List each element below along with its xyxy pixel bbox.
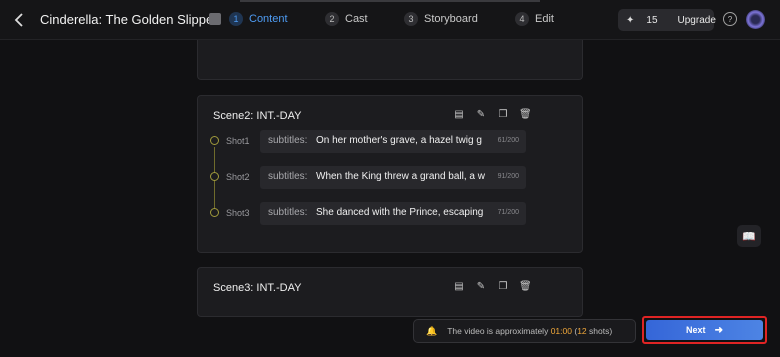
step-edit[interactable]: 4 Edit bbox=[515, 12, 554, 26]
scene-card-3: Scene3: INT.-DAY ▤ ✎ ❐ 🗑 bbox=[197, 267, 583, 317]
caption-icon[interactable]: ▤ bbox=[453, 109, 465, 121]
scene-toolbar: ▤ ✎ ❐ 🗑 bbox=[453, 109, 531, 121]
top-bar: Cinderella: The Golden Slipper 1 Content… bbox=[0, 0, 780, 40]
copy-icon[interactable]: ❐ bbox=[497, 109, 509, 121]
subtitle-input[interactable]: subtitles: When the King threw a grand b… bbox=[260, 166, 526, 189]
step-cast[interactable]: 2 Cast bbox=[325, 12, 368, 26]
scene-toolbar: ▤ ✎ ❐ 🗑 bbox=[453, 281, 531, 293]
caption-icon[interactable]: ▤ bbox=[453, 281, 465, 293]
shot-row: Shot2 subtitles: When the King threw a g… bbox=[210, 166, 530, 189]
char-count: 61/200 bbox=[497, 137, 519, 144]
shot-row: Shot3 subtitles: She danced with the Pri… bbox=[210, 202, 530, 225]
delete-icon[interactable]: 🗑 bbox=[519, 109, 532, 121]
back-arrow-icon[interactable] bbox=[12, 11, 28, 29]
copy-icon[interactable]: ❐ bbox=[497, 281, 509, 293]
shot-dot bbox=[210, 208, 219, 217]
char-count: 91/200 bbox=[497, 173, 519, 180]
arrow-right-icon: ➜ bbox=[714, 324, 723, 336]
shots-count: 12 bbox=[577, 326, 587, 336]
upgrade-label: Upgrade bbox=[677, 14, 716, 26]
delete-icon[interactable]: 🗑 bbox=[519, 281, 532, 293]
scene-card-previous bbox=[197, 40, 583, 80]
project-title: Cinderella: The Golden Slipper bbox=[40, 12, 218, 27]
edit-icon[interactable]: ✎ bbox=[475, 109, 487, 121]
sparkle-icon: ✦ bbox=[626, 14, 635, 26]
next-button[interactable]: Next ➜ bbox=[646, 320, 763, 340]
subtitle-input[interactable]: subtitles: On her mother's grave, a haze… bbox=[260, 130, 526, 153]
duration-notice: 🔔 The video is approximately 01:00 (12 s… bbox=[413, 319, 636, 343]
next-button-highlight: Next ➜ bbox=[642, 316, 767, 344]
scene-title: Scene2: INT.-DAY bbox=[213, 110, 302, 122]
step-content[interactable]: 1 Content bbox=[229, 12, 288, 26]
bell-icon: 🔔 bbox=[426, 325, 438, 336]
credits-upgrade-button[interactable]: ✦ 15 Upgrade bbox=[618, 9, 716, 31]
shot-dot bbox=[210, 136, 219, 145]
shot-label: Shot2 bbox=[226, 172, 250, 182]
edit-icon[interactable]: ✎ bbox=[475, 281, 487, 293]
shot-label: Shot3 bbox=[226, 208, 250, 218]
scene-title: Scene3: INT.-DAY bbox=[213, 282, 302, 294]
shot-row: Shot1 subtitles: On her mother's grave, … bbox=[210, 130, 530, 153]
book-icon[interactable]: 📖 bbox=[737, 225, 761, 247]
edit-title-icon[interactable] bbox=[209, 13, 221, 25]
help-icon[interactable]: ? bbox=[723, 12, 737, 26]
shot-label: Shot1 bbox=[226, 136, 250, 146]
avatar[interactable] bbox=[746, 10, 765, 29]
subtitle-input[interactable]: subtitles: She danced with the Prince, e… bbox=[260, 202, 526, 225]
step-storyboard[interactable]: 3 Storyboard bbox=[404, 12, 478, 26]
credits-count: 15 bbox=[646, 14, 658, 26]
duration-value: 01:00 bbox=[550, 326, 572, 336]
top-scroll-indicator bbox=[240, 0, 540, 2]
scene-card-2: Scene2: INT.-DAY ▤ ✎ ❐ 🗑 Shot1 subtitles… bbox=[197, 95, 583, 253]
char-count: 71/200 bbox=[497, 209, 519, 216]
shot-dot bbox=[210, 172, 219, 181]
